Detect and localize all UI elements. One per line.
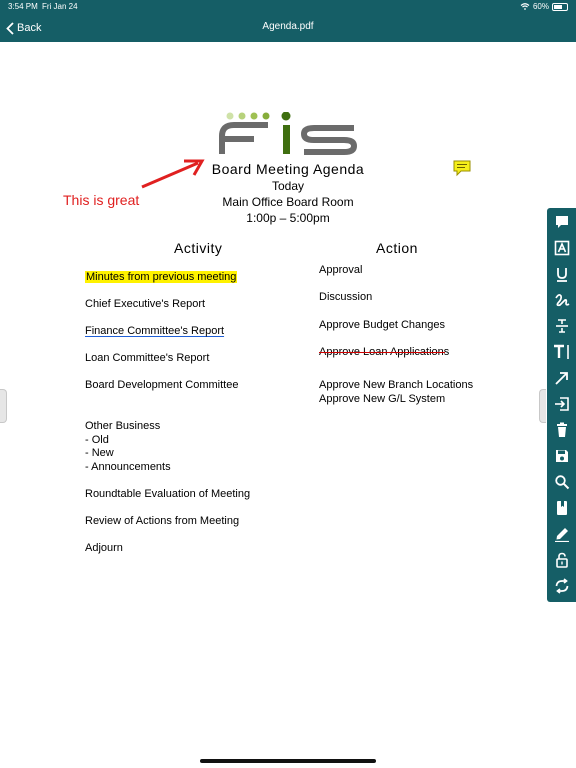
wifi-icon: [520, 3, 530, 10]
lock-icon: [555, 552, 568, 568]
strikethrough-icon: [555, 319, 568, 333]
agenda-title-block: Board Meeting Agenda Today Main Office B…: [188, 161, 388, 226]
annotation-text[interactable]: This is great: [63, 192, 139, 208]
pen-icon: [554, 528, 569, 542]
text-box-tool[interactable]: [547, 236, 576, 260]
import-icon: [554, 397, 569, 411]
lock-tool[interactable]: [547, 548, 576, 572]
action-item: Discussion: [319, 291, 373, 303]
delete-tool[interactable]: [547, 418, 576, 442]
comment-icon: [555, 216, 568, 228]
action-item: Approve Loan Applications: [319, 346, 449, 360]
activity-item: Review of Actions from Meeting: [85, 515, 240, 527]
activity-header: Activity: [174, 240, 223, 256]
underline-icon: [556, 268, 567, 282]
nav-title: Agenda.pdf: [262, 21, 314, 32]
nav-bar: Back Agenda.pdf: [0, 14, 576, 42]
left-drag-handle[interactable]: [0, 389, 7, 423]
search-icon: [554, 475, 569, 490]
arrow-icon: [554, 372, 568, 385]
search-tool[interactable]: [547, 470, 576, 494]
pdf-page: Board Meeting Agenda Today Main Office B…: [0, 42, 576, 768]
save-icon: [555, 450, 568, 462]
activity-item: Adjourn: [85, 542, 123, 554]
sync-tool[interactable]: [547, 574, 576, 598]
bookmark-tool[interactable]: [547, 496, 576, 520]
battery-percent: 60%: [532, 2, 549, 11]
underline-annotation[interactable]: Finance Committee's Report: [85, 325, 224, 337]
activity-item: Finance Committee's Report: [85, 325, 224, 339]
text-box-icon: [554, 240, 569, 256]
sticky-note-icon[interactable]: [453, 160, 471, 177]
action-item: Approve New G/L System: [319, 392, 446, 405]
bookmark-icon: [556, 501, 567, 515]
save-tool[interactable]: [547, 444, 576, 468]
trash-icon: [556, 422, 567, 437]
activity-item: Other Business: [85, 420, 161, 432]
comment-tool[interactable]: [547, 210, 576, 234]
activity-item: Chief Executive's Report: [85, 298, 206, 310]
status-time: 3:54 PM: [8, 2, 38, 11]
right-drag-handle[interactable]: [539, 389, 546, 423]
agenda-time: 1:00p – 5:00pm: [246, 211, 330, 225]
highlight-annotation[interactable]: Minutes from previous meeting: [85, 271, 238, 283]
strikethrough-annotation[interactable]: Approve Loan Applications: [319, 346, 449, 358]
freehand-icon: [554, 294, 569, 307]
action-item: Approve Budget Changes: [319, 319, 445, 331]
activity-item: Minutes from previous meeting: [85, 271, 238, 285]
action-item: Approve New Branch Locations: [319, 379, 474, 391]
sync-icon: [555, 578, 568, 594]
agenda-date: Today: [271, 179, 305, 193]
fis-logo: [219, 112, 358, 155]
arrow-tool[interactable]: [547, 366, 576, 390]
agenda-title: Board Meeting Agenda: [211, 161, 365, 177]
activity-item: Loan Committee's Report: [85, 352, 210, 364]
pen-tool[interactable]: [547, 522, 576, 546]
agenda-location: Main Office Board Room: [222, 195, 354, 209]
strikethrough-tool[interactable]: [547, 314, 576, 338]
activity-subitem: - New: [85, 447, 114, 459]
freehand-tool[interactable]: [547, 288, 576, 312]
action-item: Approval: [319, 264, 363, 276]
underline-tool[interactable]: [547, 262, 576, 286]
home-indicator[interactable]: [200, 759, 376, 763]
annotation-toolbar: [547, 208, 576, 602]
status-right: 60%: [520, 2, 568, 11]
status-bar: 3:54 PM Fri Jan 24 60%: [0, 0, 576, 14]
text-insert-tool[interactable]: [547, 340, 576, 364]
activity-subitem: - Announcements: [85, 460, 171, 473]
activity-item: Board Development Committee: [85, 379, 239, 391]
activity-subitem: - Old: [85, 433, 109, 446]
annotation-arrow[interactable]: [140, 157, 206, 191]
status-date: Fri Jan 24: [42, 2, 78, 11]
text-insert-icon: [553, 344, 569, 359]
action-header: Action: [376, 240, 418, 256]
activity-item: Roundtable Evaluation of Meeting: [85, 488, 251, 500]
import-tool[interactable]: [547, 392, 576, 416]
battery-icon: [552, 2, 568, 11]
